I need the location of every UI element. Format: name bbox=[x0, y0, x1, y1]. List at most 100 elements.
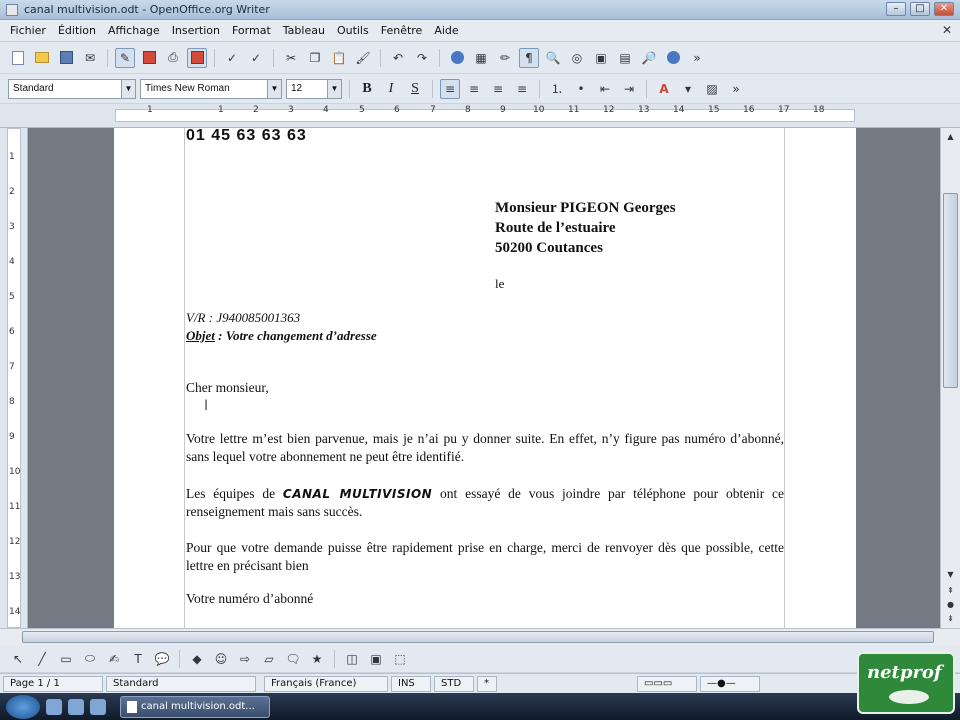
justify-icon[interactable]: ≡ bbox=[512, 79, 532, 99]
chevron-down-icon[interactable]: ▼ bbox=[327, 79, 341, 98]
vertical-ruler[interactable]: 1 2 3 4 5 6 7 8 9 10 11 12 13 14 bbox=[0, 128, 28, 628]
toolbar-options-icon[interactable]: » bbox=[687, 48, 707, 68]
select-arrow-icon[interactable]: ↖ bbox=[8, 649, 28, 669]
document-page[interactable]: 01 45 63 63 63 Monsieur PIGEON Georges R… bbox=[114, 128, 856, 628]
minimize-button[interactable]: – bbox=[886, 2, 906, 16]
fontwork-icon[interactable]: ◫ bbox=[342, 649, 362, 669]
view-layout-icon[interactable]: ▭▭▭ bbox=[637, 675, 697, 692]
print-icon[interactable]: ⎙ bbox=[163, 48, 183, 68]
edit-mode-icon[interactable]: ✎ bbox=[115, 47, 135, 68]
vertical-scrollbar[interactable]: ▲ ▼ ⇞ ● ⇟ bbox=[940, 128, 960, 628]
maximize-button[interactable]: □ bbox=[910, 2, 930, 16]
menu-fenetre[interactable]: Fenêtre bbox=[375, 24, 429, 37]
flowchart-icon[interactable]: ▱ bbox=[259, 649, 279, 669]
table-icon[interactable]: ▦ bbox=[471, 48, 491, 68]
show-draw-functions-icon[interactable]: ✏ bbox=[495, 48, 515, 68]
text-tool-icon[interactable]: T bbox=[128, 649, 148, 669]
font-color-icon[interactable]: A bbox=[654, 79, 674, 99]
ellipse-icon[interactable]: ⬭ bbox=[80, 649, 100, 669]
zoom-icon[interactable]: 🔎 bbox=[639, 48, 659, 68]
gallery-icon[interactable]: ▣ bbox=[591, 48, 611, 68]
close-document-icon[interactable]: ✕ bbox=[942, 23, 952, 37]
hyperlink-icon[interactable] bbox=[447, 48, 467, 68]
stars-icon[interactable]: ★ bbox=[307, 649, 327, 669]
menu-outils[interactable]: Outils bbox=[331, 24, 375, 37]
basic-shapes-icon[interactable]: ◆ bbox=[187, 649, 207, 669]
insert-image-icon[interactable]: ▣ bbox=[366, 649, 386, 669]
block-arrows-icon[interactable]: ⇨ bbox=[235, 649, 255, 669]
quick-launch-icon[interactable] bbox=[68, 698, 84, 715]
align-center-icon[interactable]: ≡ bbox=[464, 79, 484, 99]
previous-page-icon[interactable]: ⇞ bbox=[943, 584, 958, 598]
menu-fichier[interactable]: Fichier bbox=[4, 24, 52, 37]
underline-icon[interactable]: S bbox=[405, 79, 425, 99]
selection-mode-indicator[interactable]: STD bbox=[434, 675, 474, 692]
close-button[interactable]: ✕ bbox=[934, 2, 954, 16]
chevron-down-icon[interactable]: ▼ bbox=[121, 79, 135, 98]
italic-icon[interactable]: I bbox=[381, 79, 401, 99]
menu-affichage[interactable]: Affichage bbox=[102, 24, 166, 37]
copy-icon[interactable]: ❐ bbox=[305, 48, 325, 68]
data-sources-icon[interactable]: ▤ bbox=[615, 48, 635, 68]
bullets-icon[interactable]: • bbox=[571, 79, 591, 99]
paragraph-style-select[interactable]: Standard ▼ bbox=[8, 78, 136, 99]
rectangle-icon[interactable]: ▭ bbox=[56, 649, 76, 669]
window-titlebar[interactable]: canal multivision.odt - OpenOffice.org W… bbox=[0, 0, 960, 20]
undo-icon[interactable]: ↶ bbox=[388, 48, 408, 68]
quick-launch-icon[interactable] bbox=[90, 698, 106, 715]
open-folder-icon[interactable] bbox=[32, 48, 52, 68]
export-pdf-icon[interactable] bbox=[139, 48, 159, 68]
quick-launch-icon[interactable] bbox=[46, 698, 62, 715]
toolbar-options-icon[interactable]: » bbox=[726, 79, 746, 99]
line-icon[interactable]: ╱ bbox=[32, 649, 52, 669]
menu-insertion[interactable]: Insertion bbox=[166, 24, 226, 37]
page-indicator[interactable]: Page 1 / 1 bbox=[3, 675, 103, 692]
redo-icon[interactable]: ↷ bbox=[412, 48, 432, 68]
bold-icon[interactable]: B bbox=[357, 79, 377, 99]
callouts-icon[interactable]: 🗨 bbox=[283, 649, 303, 669]
language-indicator[interactable]: Français (France) bbox=[264, 675, 388, 692]
scroll-thumb[interactable] bbox=[22, 631, 934, 643]
help-icon[interactable] bbox=[663, 48, 683, 68]
horizontal-ruler[interactable]: 1 1 2 3 4 5 6 7 8 9 10 11 12 13 14 15 16… bbox=[0, 104, 960, 128]
navigator-icon[interactable]: ◎ bbox=[567, 48, 587, 68]
next-page-icon[interactable]: ⇟ bbox=[943, 612, 958, 626]
paste-icon[interactable]: 📋 bbox=[329, 48, 349, 68]
numbering-icon[interactable]: ⒈ bbox=[547, 79, 567, 99]
symbol-shapes-icon[interactable]: ☺ bbox=[211, 649, 231, 669]
menu-tableau[interactable]: Tableau bbox=[277, 24, 331, 37]
font-size-select[interactable]: 12 ▼ bbox=[286, 78, 342, 99]
font-name-select[interactable]: Times New Roman ▼ bbox=[140, 78, 282, 99]
menu-edition[interactable]: Édition bbox=[52, 24, 102, 37]
format-paintbrush-icon[interactable]: 🖌 bbox=[353, 48, 373, 68]
increase-indent-icon[interactable]: ⇥ bbox=[619, 79, 639, 99]
horizontal-scrollbar[interactable] bbox=[0, 628, 960, 645]
scroll-down-icon[interactable]: ▼ bbox=[943, 568, 958, 582]
zoom-slider[interactable]: —●— bbox=[700, 675, 760, 692]
background-color-icon[interactable]: ▨ bbox=[702, 79, 722, 99]
cut-icon[interactable]: ✂ bbox=[281, 48, 301, 68]
email-icon[interactable]: ✉ bbox=[80, 48, 100, 68]
scroll-thumb[interactable] bbox=[943, 193, 958, 388]
autospell-icon[interactable]: ✓ bbox=[246, 48, 266, 68]
start-button-icon[interactable] bbox=[6, 694, 40, 719]
menu-aide[interactable]: Aide bbox=[428, 24, 464, 37]
extrusion-icon[interactable]: ⬚ bbox=[390, 649, 410, 669]
chevron-down-icon[interactable]: ▼ bbox=[267, 79, 281, 98]
decrease-indent-icon[interactable]: ⇤ bbox=[595, 79, 615, 99]
align-left-icon[interactable]: ≡ bbox=[440, 78, 460, 99]
taskbar-writer-button[interactable]: canal multivision.odt... bbox=[120, 695, 270, 718]
new-document-icon[interactable] bbox=[8, 48, 28, 68]
menu-format[interactable]: Format bbox=[226, 24, 277, 37]
print-preview-icon[interactable] bbox=[187, 47, 207, 68]
spellcheck-icon[interactable]: ✓ bbox=[222, 48, 242, 68]
callout-icon[interactable]: 💬 bbox=[152, 649, 172, 669]
align-right-icon[interactable]: ≡ bbox=[488, 79, 508, 99]
page-style-indicator[interactable]: Standard bbox=[106, 675, 256, 692]
freeform-icon[interactable]: ✍ bbox=[104, 649, 124, 669]
highlighting-icon[interactable]: ▾ bbox=[678, 79, 698, 99]
scroll-up-icon[interactable]: ▲ bbox=[943, 130, 958, 144]
save-icon[interactable] bbox=[56, 48, 76, 68]
insert-mode-indicator[interactable]: INS bbox=[391, 675, 431, 692]
navigation-icon[interactable]: ● bbox=[943, 598, 958, 612]
